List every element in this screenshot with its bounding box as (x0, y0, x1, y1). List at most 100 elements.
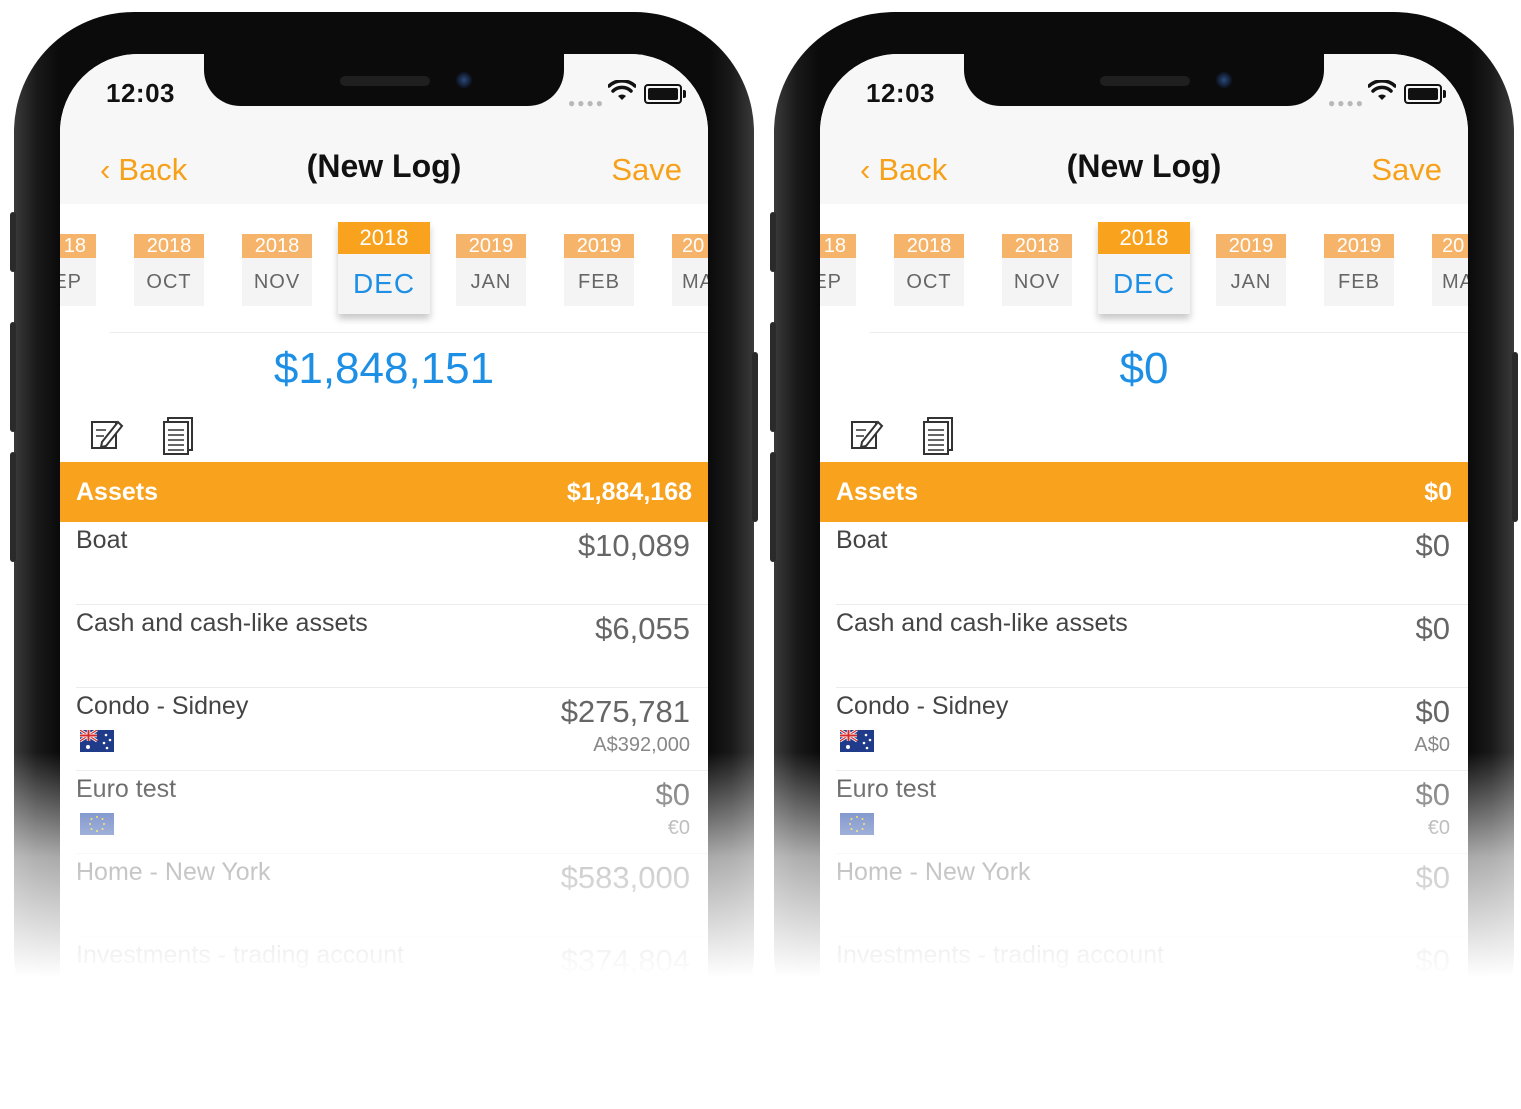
asset-row-euro[interactable]: Euro test $0 €0 (820, 771, 1468, 854)
save-button[interactable]: Save (611, 152, 682, 188)
asset-row-euro[interactable]: Euro test $0 €0 (60, 771, 708, 854)
asset-row-cash[interactable]: Cash and cash-like assets $0 (820, 605, 1468, 688)
assets-section-header[interactable]: Assets $1,884,168 (60, 462, 708, 522)
assets-total: $0 (1424, 478, 1452, 506)
month-year: 2019 (564, 234, 634, 258)
mute-switch (770, 212, 776, 272)
edit-note-icon[interactable] (90, 416, 124, 452)
assets-label: Assets (836, 478, 918, 506)
save-button[interactable]: Save (1371, 152, 1442, 188)
month-item-jan[interactable]: 2019 JAN (1216, 234, 1286, 306)
assets-section-header[interactable]: Assets $0 (820, 462, 1468, 522)
month-year: 2019 (1216, 234, 1286, 258)
signal-dots-icon: ●●●● (1328, 96, 1365, 110)
month-selector: 18EP 2018OCT 2018NOV 2018DEC 2019JAN 201… (820, 204, 1468, 324)
month-label: JAN (470, 271, 512, 293)
net-worth-total: $1,848,151 (273, 344, 495, 393)
asset-row-boat[interactable]: Boat $10,089 (60, 522, 708, 605)
asset-row-condo[interactable]: Condo - Sidney $275,781 A$392,000 (60, 688, 708, 771)
asset-amount: $10,089 (577, 528, 690, 563)
edit-note-icon[interactable] (850, 416, 884, 452)
report-document-icon[interactable] (922, 416, 956, 456)
asset-name: Euro test (836, 775, 937, 803)
month-item-feb[interactable]: 2019 FEB (564, 234, 634, 306)
asset-amount: $0 (1415, 611, 1450, 646)
back-label: Back (118, 152, 188, 187)
month-item-nov[interactable]: 2018 NOV (1002, 234, 1072, 306)
back-label: Back (878, 152, 948, 187)
month-item-dec-selected[interactable]: 2018 DEC (1098, 222, 1190, 314)
month-label: DEC (1112, 268, 1176, 299)
nav-bar: ‹ Back (New Log) Save (820, 134, 1468, 205)
month-year: 2018 (1002, 234, 1072, 258)
status-time: 12:03 (106, 78, 175, 108)
month-label: OCT (146, 271, 192, 293)
asset-name: Boat (76, 526, 128, 554)
month-label: JAN (1230, 271, 1272, 293)
asset-local-amount: A$0 (1414, 734, 1450, 756)
asset-row-home[interactable]: Home - New York $0 (820, 854, 1468, 937)
phone-right: 12:03 ●●●● ‹Back (New Log) Save 18EP 201… (770, 12, 1518, 1074)
asset-amount: $275,781 (560, 694, 690, 729)
asset-amount: $583,000 (560, 860, 690, 895)
asset-row-boat[interactable]: Boat $0 (820, 522, 1468, 605)
month-item-nov[interactable]: 2018 NOV (242, 234, 312, 306)
asset-row-condo[interactable]: Condo - Sidney $0 A$0 (820, 688, 1468, 771)
notch (204, 54, 564, 106)
month-label: EP (820, 271, 842, 293)
report-document-icon[interactable] (162, 416, 196, 456)
phone-screen: 12:03 ●●●● ‹Back (New Log) Save 18EP 201… (820, 54, 1468, 1074)
month-label: NOV (1013, 271, 1061, 293)
eu-flag-icon (840, 813, 874, 835)
asset-name: Condo - Sidney (76, 692, 249, 720)
power-button (1512, 352, 1518, 522)
asset-name: Condo - Sidney (836, 692, 1009, 720)
month-selector: 18EP 2018OCT 2018NOV 2018DEC 2019JAN 201… (60, 204, 708, 324)
month-item-jan[interactable]: 2019 JAN (456, 234, 526, 306)
month-year: 2018 (894, 234, 964, 258)
asset-amount: $0 (1415, 860, 1450, 895)
asset-name: Investments - trading account (836, 941, 1164, 969)
asset-row-home[interactable]: Home - New York $583,000 (60, 854, 708, 937)
back-button[interactable]: ‹ Back (860, 152, 947, 188)
month-item-dec-selected[interactable]: 2018 DEC (338, 222, 430, 314)
asset-name: Euro test (76, 775, 177, 803)
month-item-feb[interactable]: 2019 FEB (1324, 234, 1394, 306)
asset-amount: $0 (1415, 943, 1450, 978)
divider (870, 332, 1468, 333)
wifi-icon (608, 80, 636, 100)
page-background (0, 1000, 1521, 1109)
mute-switch (10, 212, 16, 272)
notch (964, 54, 1324, 106)
asset-amount: $0 (1415, 694, 1450, 729)
month-year: 18 (820, 234, 856, 258)
asset-row-cash[interactable]: Cash and cash-like assets $6,055 (60, 605, 708, 688)
signal-dots-icon: ●●●● (568, 96, 605, 110)
back-button[interactable]: ‹ Back (100, 152, 187, 188)
month-label: OCT (906, 271, 952, 293)
month-year: 2018 (242, 234, 312, 258)
month-year: 2019 (1324, 234, 1394, 258)
asset-name: Home - New York (76, 858, 271, 886)
month-item-sep[interactable]: 18 EP (820, 234, 856, 306)
battery-icon (644, 84, 686, 104)
speaker (1100, 76, 1190, 86)
phone-screen: 12:03 ●●●● ‹Back (New Log) Save 18EP 201… (60, 54, 708, 1074)
asset-amount: $6,055 (595, 611, 690, 646)
month-item-mar[interactable]: 20 MA (672, 234, 708, 306)
month-label: FEB (1338, 271, 1380, 293)
chevron-left-icon: ‹ (100, 152, 111, 187)
australia-flag-icon (80, 730, 114, 752)
chevron-left-icon: ‹ (860, 152, 871, 187)
month-item-oct[interactable]: 2018 OCT (894, 234, 964, 306)
camera-icon (456, 72, 472, 88)
month-item-mar[interactable]: 20 MA (1432, 234, 1468, 306)
asset-name: Boat (836, 526, 888, 554)
month-year: 20 (1432, 234, 1468, 258)
volume-down-button (10, 452, 16, 562)
month-label: DEC (352, 268, 416, 299)
month-item-oct[interactable]: 2018 OCT (134, 234, 204, 306)
month-item-sep[interactable]: 18 EP (60, 234, 96, 306)
status-time: 12:03 (866, 78, 935, 108)
month-label: FEB (578, 271, 620, 293)
